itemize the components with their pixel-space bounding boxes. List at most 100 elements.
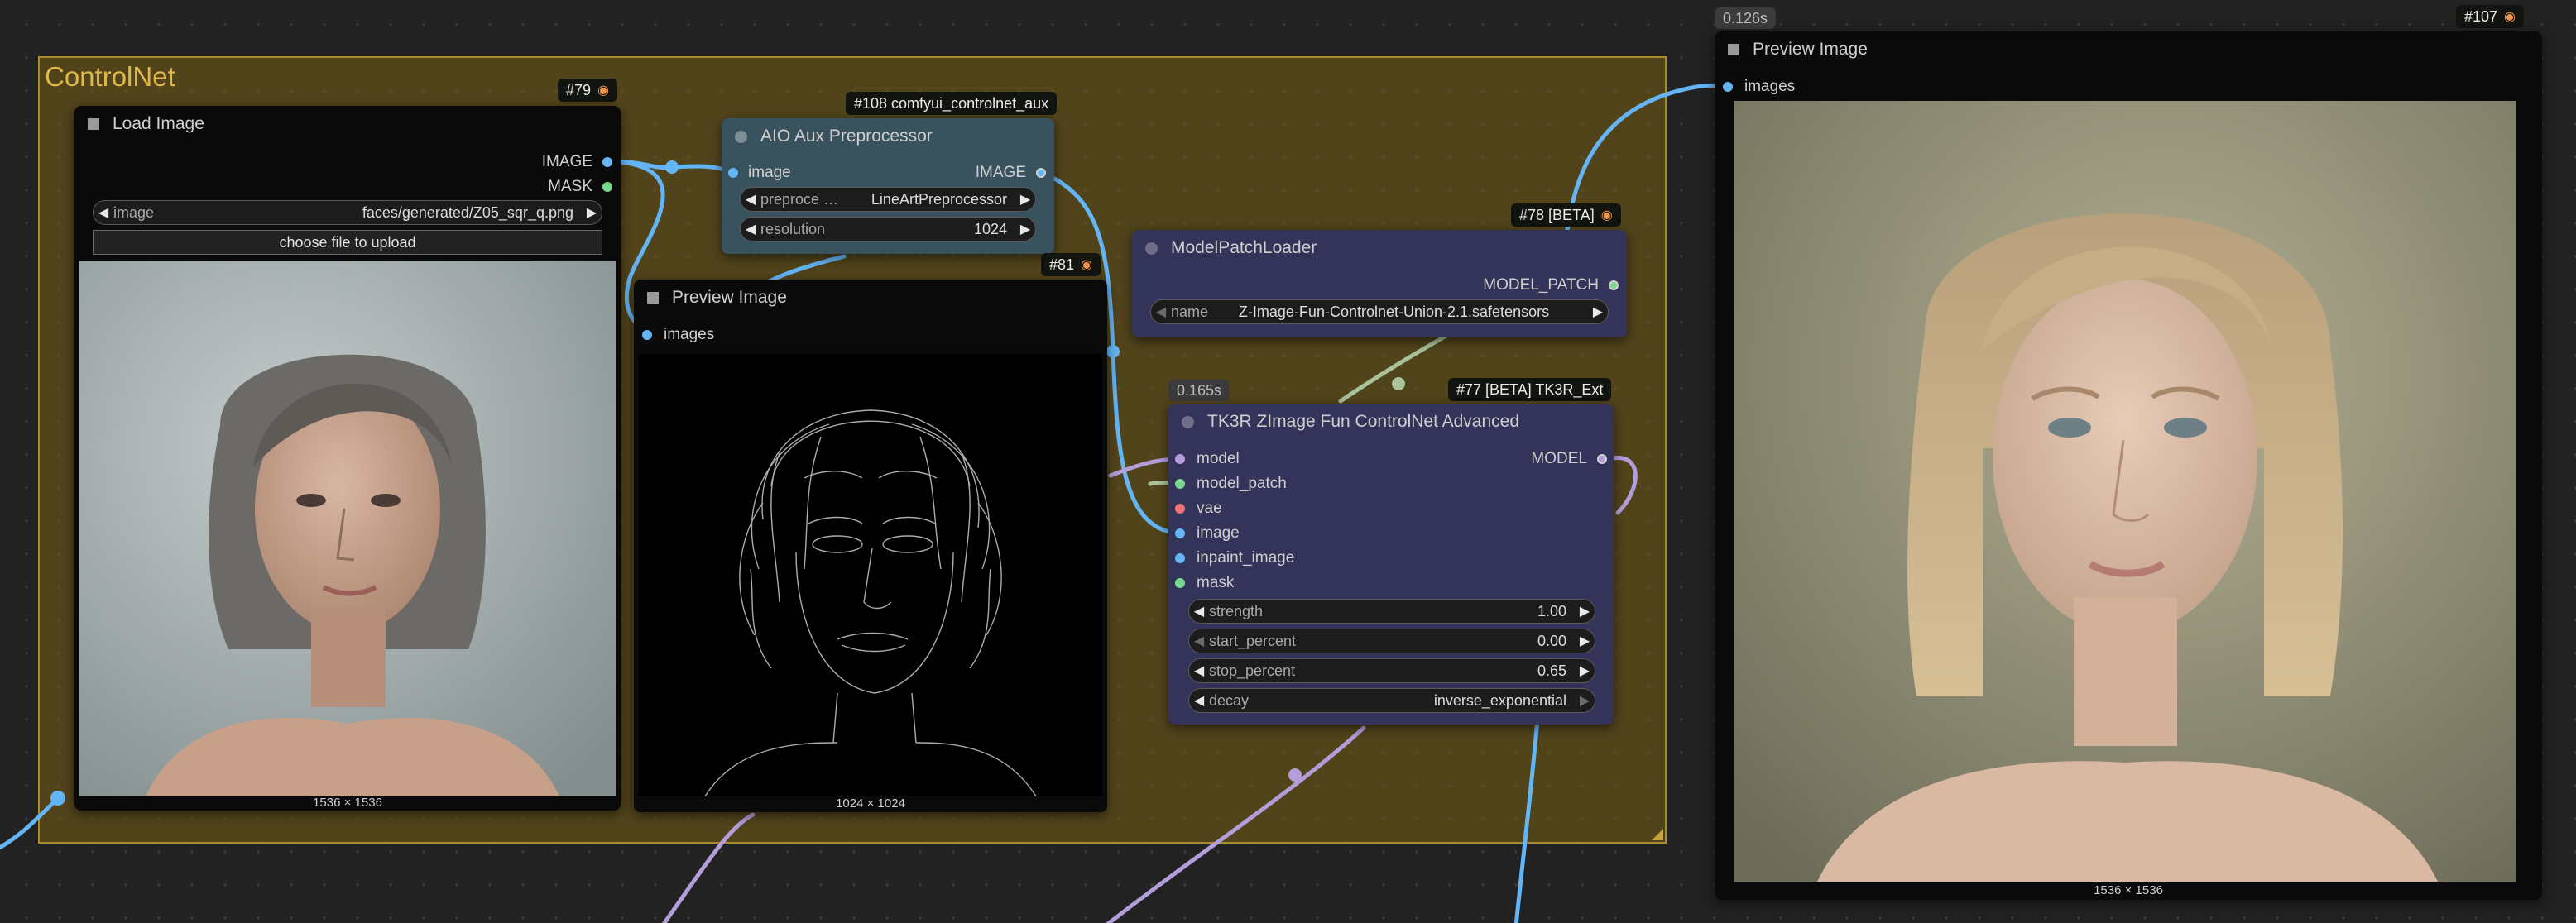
- arrow-left-icon[interactable]: ◀: [94, 204, 113, 221]
- slot-dot[interactable]: [1175, 504, 1185, 514]
- preview-image-node-right[interactable]: Preview Image images 1536 × 1536: [1715, 31, 2542, 900]
- widget-value: 0.65: [1537, 662, 1566, 679]
- lineart-preview: [639, 354, 1102, 796]
- node-badge-77: #77 [BETA] TK3R_Ext: [1448, 378, 1612, 401]
- slot-label: MODEL: [1531, 450, 1587, 467]
- strength-widget[interactable]: ◀ strength 1.00 ▶: [1188, 599, 1595, 624]
- slot-dot[interactable]: [1723, 82, 1733, 92]
- execution-time-badge: 0.165s: [1168, 380, 1230, 401]
- slot-dot[interactable]: [1175, 479, 1185, 489]
- input-image-slot[interactable]: image: [728, 163, 791, 183]
- image-dimensions: 1536 × 1536: [2094, 883, 2163, 897]
- resolution-widget[interactable]: ◀ resolution 1024 ▶: [740, 217, 1036, 242]
- collapse-square-icon[interactable]: [647, 292, 659, 304]
- start-percent-widget[interactable]: ◀ start_percent 0.00 ▶: [1188, 629, 1595, 653]
- collapse-dot-icon[interactable]: [735, 130, 747, 143]
- slot-label: MASK: [548, 178, 592, 195]
- node-title: AIO Aux Preprocessor: [760, 127, 933, 146]
- arrow-left-icon[interactable]: ◀: [1189, 633, 1209, 649]
- collapse-dot-icon[interactable]: [1145, 242, 1158, 255]
- collapse-dot-icon[interactable]: [1182, 415, 1194, 428]
- widget-label: preproce …: [760, 190, 839, 208]
- execution-time-badge: 0.126s: [1715, 7, 1777, 29]
- output-model-patch-slot[interactable]: MODEL_PATCH: [1483, 275, 1619, 295]
- fox-icon: ◉: [1081, 258, 1093, 272]
- preview-image-node-mid[interactable]: Preview Image images 1024 × 1024: [634, 280, 1107, 812]
- slot-label: vae: [1197, 500, 1222, 517]
- slot-label: mask: [1197, 574, 1235, 591]
- input-model-patch-slot[interactable]: model_patch: [1175, 474, 1287, 494]
- model-name-widget[interactable]: ◀ name Z-Image-Fun-Controlnet-Union-2.1.…: [1150, 299, 1609, 324]
- arrow-left-icon[interactable]: ◀: [1189, 603, 1209, 619]
- input-mask-slot[interactable]: mask: [1175, 573, 1234, 593]
- slot-dot[interactable]: [1036, 168, 1046, 178]
- input-inpaint-image-slot[interactable]: inpaint_image: [1175, 548, 1294, 568]
- collapse-square-icon[interactable]: [1728, 44, 1739, 55]
- input-model-slot[interactable]: model: [1175, 449, 1240, 469]
- arrow-right-icon[interactable]: ▶: [1015, 191, 1035, 208]
- slot-dot[interactable]: [602, 157, 612, 167]
- preprocessor-widget[interactable]: ◀ preproce … LineArtPreprocessor ▶: [740, 187, 1036, 212]
- arrow-right-icon[interactable]: ▶: [1575, 633, 1595, 649]
- input-vae-slot[interactable]: vae: [1175, 499, 1222, 519]
- arrow-right-icon[interactable]: ▶: [1015, 221, 1035, 237]
- output-image-slot[interactable]: IMAGE: [542, 152, 612, 172]
- slot-dot[interactable]: [1175, 553, 1185, 563]
- slot-dot[interactable]: [1175, 578, 1185, 588]
- link-model-lower-left[interactable]: [661, 812, 756, 923]
- tk3r-controlnet-advanced-node[interactable]: TK3R ZImage Fun ControlNet Advanced mode…: [1168, 404, 1614, 725]
- slot-dot[interactable]: [642, 330, 652, 340]
- arrow-left-icon[interactable]: ◀: [1189, 692, 1209, 709]
- slot-dot[interactable]: [728, 168, 738, 178]
- output-image-slot[interactable]: IMAGE: [976, 163, 1046, 183]
- slot-dot[interactable]: [1609, 280, 1619, 290]
- slot-dot[interactable]: [1597, 454, 1607, 464]
- fox-icon: ◉: [2504, 10, 2516, 24]
- widget-value: faces/generated/Z05_sqr_q.png: [362, 203, 573, 221]
- arrow-left-icon[interactable]: ◀: [1151, 304, 1171, 320]
- slot-dot[interactable]: [1175, 454, 1185, 464]
- model-patch-loader-node[interactable]: ModelPatchLoader MODEL_PATCH ◀ name Z-Im…: [1132, 230, 1627, 337]
- arrow-left-icon[interactable]: ◀: [1189, 662, 1209, 679]
- link-aio-output-stub[interactable]: [767, 254, 847, 284]
- node-badge-107: #107 ◉: [2456, 5, 2525, 28]
- output-mask-slot[interactable]: MASK: [548, 177, 612, 197]
- aio-aux-preprocessor-node[interactable]: AIO Aux Preprocessor image IMAGE ◀ prepr…: [722, 118, 1054, 254]
- widget-value: 0.00: [1537, 632, 1566, 649]
- input-images-slot[interactable]: images: [642, 325, 714, 345]
- output-model-slot[interactable]: MODEL: [1531, 449, 1607, 469]
- link-into-load-image[interactable]: [0, 796, 60, 852]
- link-tk3r-down[interactable]: [1513, 717, 1540, 923]
- decay-widget[interactable]: ◀ decay inverse_exponential ▶: [1188, 688, 1595, 713]
- slot-dot[interactable]: [1175, 528, 1185, 538]
- slot-dot[interactable]: [602, 182, 612, 192]
- slot-label: IMAGE: [975, 164, 1026, 181]
- load-image-node[interactable]: Load Image IMAGE MASK ◀ image faces/gene…: [74, 106, 621, 811]
- upload-button[interactable]: choose file to upload: [93, 230, 602, 255]
- slot-label: model_patch: [1197, 475, 1287, 492]
- slot-label: images: [1744, 78, 1796, 95]
- load-image-preview: [79, 261, 616, 796]
- arrow-left-icon[interactable]: ◀: [741, 191, 760, 208]
- input-images-slot[interactable]: images: [1723, 77, 1795, 97]
- widget-value: inverse_exponential: [1433, 691, 1566, 709]
- node-title: ModelPatchLoader: [1171, 238, 1317, 257]
- link-model-lower-mid[interactable]: [1105, 725, 1366, 923]
- arrow-right-icon[interactable]: ▶: [1575, 662, 1595, 679]
- output-image-preview: [1734, 101, 2516, 882]
- node-title: Load Image: [113, 114, 204, 133]
- image-select-widget[interactable]: ◀ image faces/generated/Z05_sqr_q.png ▶: [93, 200, 602, 225]
- node-badge-79: #79 ◉: [558, 79, 618, 102]
- arrow-right-icon[interactable]: ▶: [1575, 603, 1595, 619]
- arrow-right-icon[interactable]: ▶: [1575, 692, 1595, 709]
- widget-label: name: [1171, 303, 1209, 320]
- stop-percent-widget[interactable]: ◀ stop_percent 0.65 ▶: [1188, 658, 1595, 683]
- slot-label: image: [748, 164, 791, 181]
- collapse-square-icon[interactable]: [88, 118, 99, 130]
- arrow-right-icon[interactable]: ▶: [1588, 304, 1608, 320]
- image-dimensions: 1024 × 1024: [836, 796, 905, 811]
- node-badge-81: #81 ◉: [1041, 253, 1101, 276]
- arrow-right-icon[interactable]: ▶: [582, 204, 602, 221]
- input-image-slot[interactable]: image: [1175, 524, 1240, 543]
- arrow-left-icon[interactable]: ◀: [741, 221, 760, 237]
